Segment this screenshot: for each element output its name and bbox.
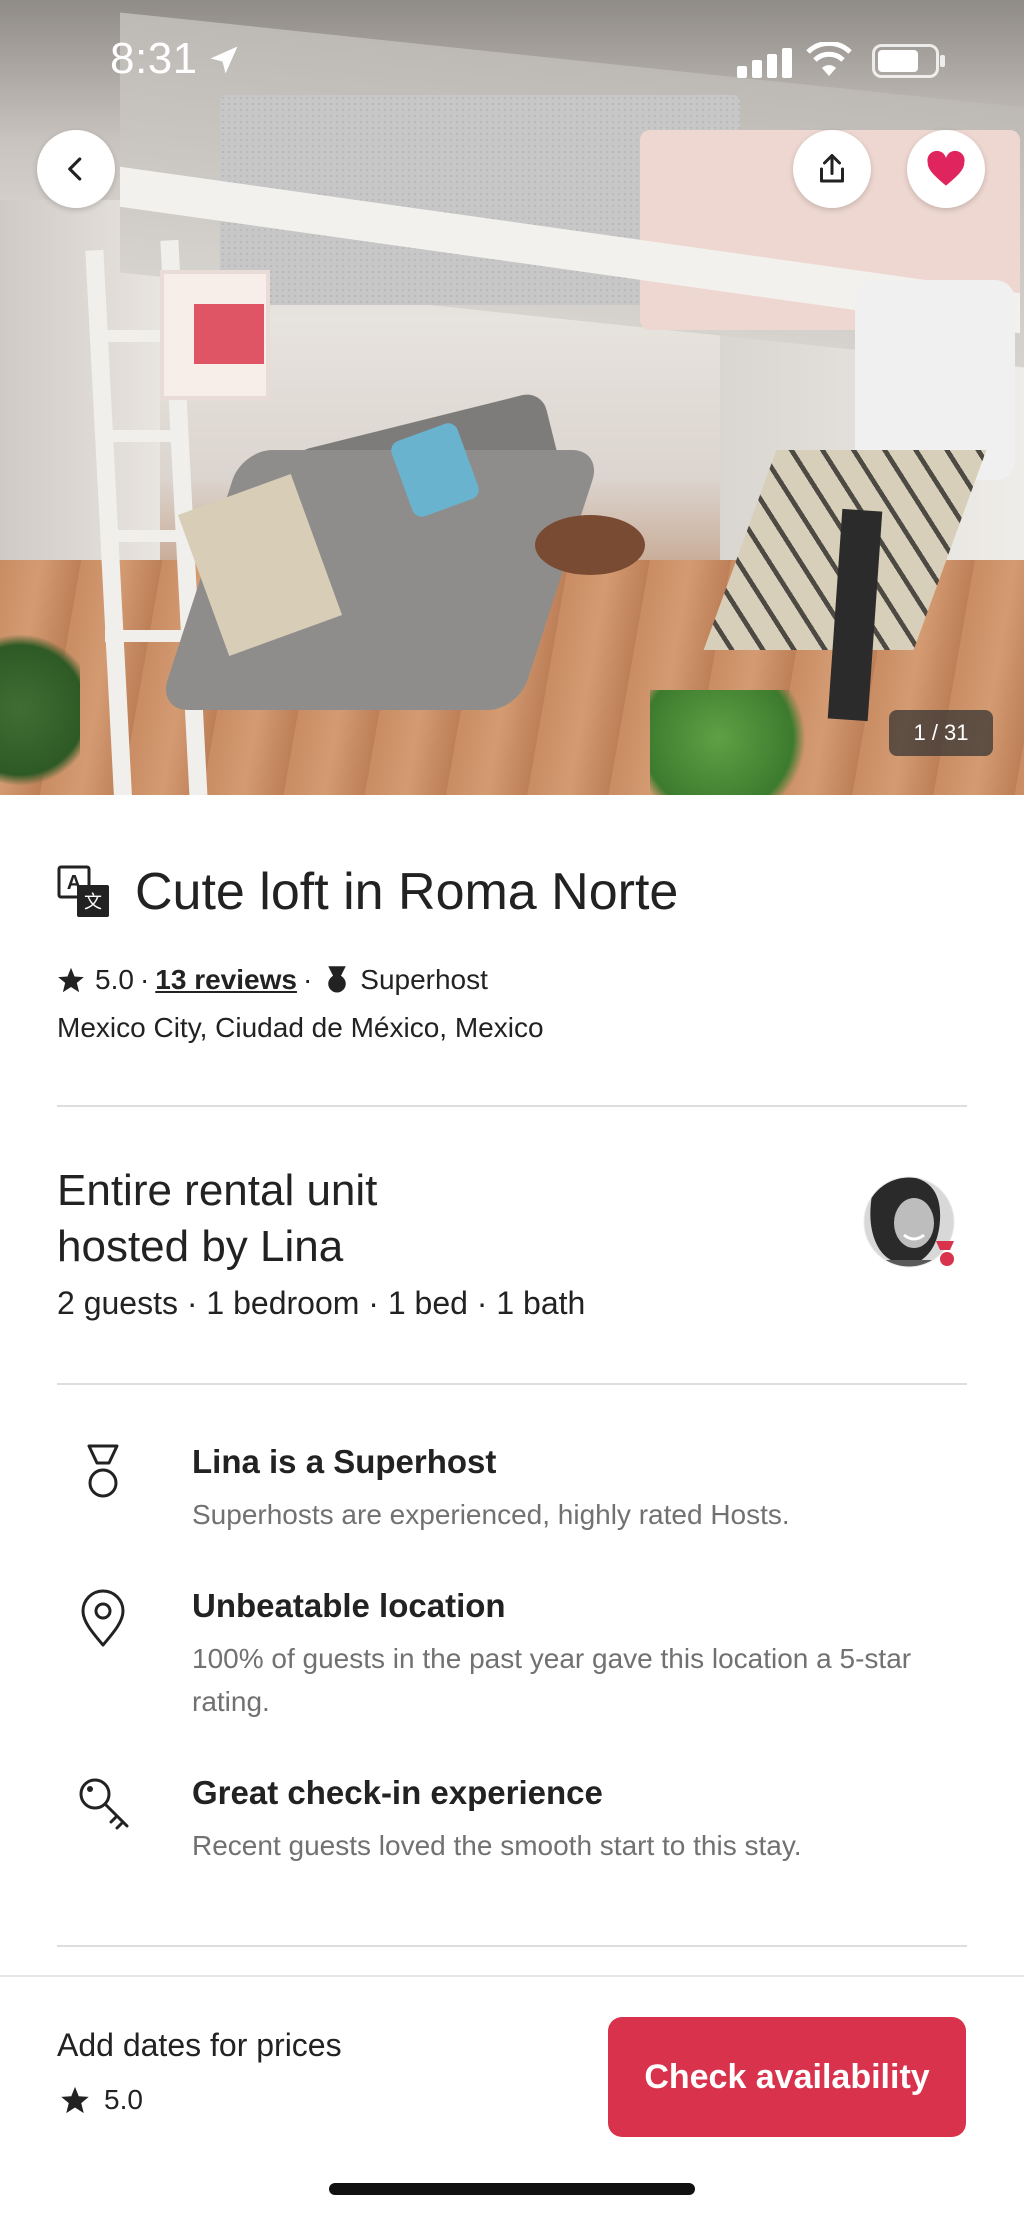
share-button[interactable] <box>793 130 871 208</box>
bottom-rating: 5.0 <box>60 2084 143 2116</box>
star-icon <box>61 2086 89 2114</box>
rating-value: 5.0 <box>95 964 134 995</box>
host-summary-details: 2 guests · 1 bedroom · 1 bed · 1 bath <box>57 1285 586 1321</box>
check-availability-button[interactable]: Check availability <box>608 2017 966 2137</box>
listing-meta: 5.0 · 13 reviews · Superhost <box>57 964 488 996</box>
location-pin-icon <box>81 1589 125 1647</box>
photo-ladder-rung <box>105 630 185 642</box>
feature-description: Recent guests loved the smooth start to … <box>192 1830 802 1861</box>
host-summary-line1: Entire rental unit <box>57 1166 378 1215</box>
host-summary-line2: hosted by Lina <box>57 1222 344 1271</box>
save-favorite-button[interactable] <box>907 130 985 208</box>
feature-title: Great check-in experience <box>192 1774 603 1811</box>
heart-icon <box>927 150 965 186</box>
feature-description: Superhosts are experienced, highly rated… <box>192 1499 790 1530</box>
bottom-rating-value: 5.0 <box>104 2084 143 2115</box>
meta-separator: · <box>139 964 150 995</box>
photo-ladder-rung <box>105 430 185 442</box>
listing-location[interactable]: Mexico City, Ciudad de México, Mexico <box>57 1012 544 1044</box>
superhost-medal-icon <box>87 1444 119 1498</box>
home-indicator[interactable] <box>329 2183 695 2195</box>
star-icon <box>58 967 84 993</box>
photo-plant <box>650 690 820 795</box>
status-time: 8:31 <box>110 34 198 83</box>
feature-title: Lina is a Superhost <box>192 1443 497 1480</box>
divider <box>57 1383 967 1385</box>
listing-title-row: A 文 Cute loft in Roma Norte <box>57 862 678 922</box>
booking-bar: Add dates for prices 5.0 Check availabil… <box>0 1975 1024 2215</box>
battery-icon <box>872 44 945 78</box>
share-icon <box>820 154 844 183</box>
superhost-medal-icon <box>328 966 347 993</box>
feature-title: Unbeatable location <box>192 1587 506 1624</box>
svg-text:文: 文 <box>84 892 102 913</box>
divider <box>57 1945 967 1947</box>
status-bar: 8:31 <box>0 0 1024 120</box>
photo-plant-left <box>0 620 80 795</box>
meta-separator: · <box>302 964 313 995</box>
photo-poster <box>160 270 270 400</box>
photo-side-table <box>535 515 645 575</box>
translate-icon[interactable]: A 文 <box>57 865 111 919</box>
add-dates-label[interactable]: Add dates for prices <box>57 2027 342 2064</box>
listing-title: Cute loft in Roma Norte <box>135 863 679 921</box>
chevron-left-icon <box>68 157 82 181</box>
wifi-icon <box>806 42 852 76</box>
location-arrow-icon <box>210 46 238 74</box>
feature-description: 100% of guests in the past year gave thi… <box>192 1643 912 1717</box>
superhost-badge: Superhost <box>360 964 488 995</box>
key-icon <box>79 1778 129 1830</box>
feature-item: Lina is a Superhost Superhosts are exper… <box>57 1443 967 1543</box>
host-summary-title: Entire rental unit hosted by Lina <box>57 1163 757 1275</box>
photo-counter: 1 / 31 <box>889 710 993 756</box>
back-button[interactable] <box>37 130 115 208</box>
photo-ladder-rung <box>105 530 185 542</box>
feature-item: Great check-in experience Recent guests … <box>57 1774 967 1874</box>
reviews-link[interactable]: 13 reviews <box>155 964 297 996</box>
host-avatar[interactable] <box>862 1165 956 1279</box>
divider <box>57 1105 967 1107</box>
cellular-signal-icon <box>737 48 792 78</box>
feature-item: Unbeatable location 100% of guests in th… <box>57 1587 967 1727</box>
